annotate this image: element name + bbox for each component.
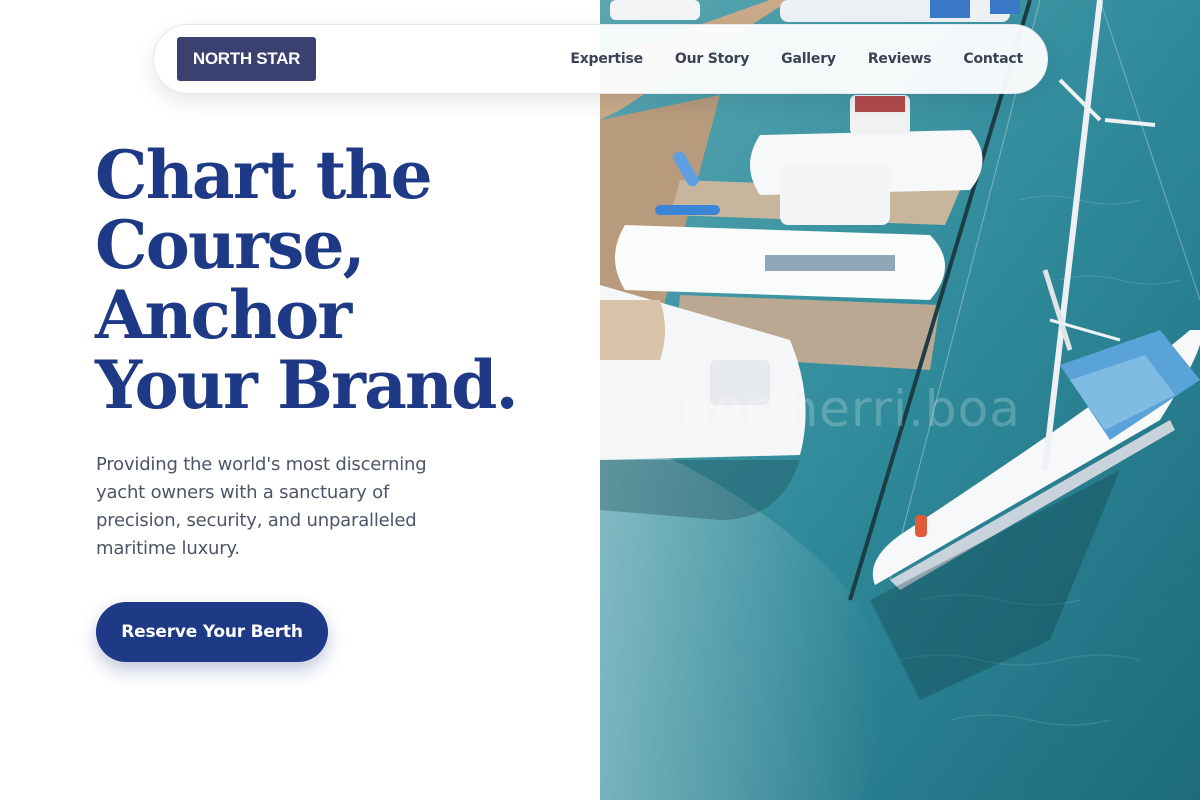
nav-link-expertise[interactable]: Expertise xyxy=(570,51,643,67)
top-nav: NORTH STAR Expertise Our Story Gallery R… xyxy=(153,24,1048,94)
image-watermark: northerri.boa xyxy=(680,380,1021,438)
hero-headline-line: Your Brand. xyxy=(95,346,519,424)
brand-logo[interactable]: NORTH STAR xyxy=(177,37,316,81)
nav-link-our-story[interactable]: Our Story xyxy=(675,51,749,67)
hero-subtitle: Providing the world's most discerning ya… xyxy=(96,454,427,559)
nav-link-contact[interactable]: Contact xyxy=(963,51,1023,67)
nav-link-reviews[interactable]: Reviews xyxy=(868,51,932,67)
reserve-berth-button[interactable]: Reserve Your Berth xyxy=(96,602,328,662)
hero-headline-line: Chart the xyxy=(95,136,433,214)
hero-marina-photo: northerri.boa xyxy=(600,0,1200,800)
nav-menu: Expertise Our Story Gallery Reviews Cont… xyxy=(570,51,1023,67)
nav-link-gallery[interactable]: Gallery xyxy=(781,51,836,67)
hero-headline: Chart the Course, Anchor Your Brand. xyxy=(95,140,595,420)
hero-headline-line: Anchor xyxy=(95,276,352,354)
hero-headline-line: Course, xyxy=(95,206,366,284)
